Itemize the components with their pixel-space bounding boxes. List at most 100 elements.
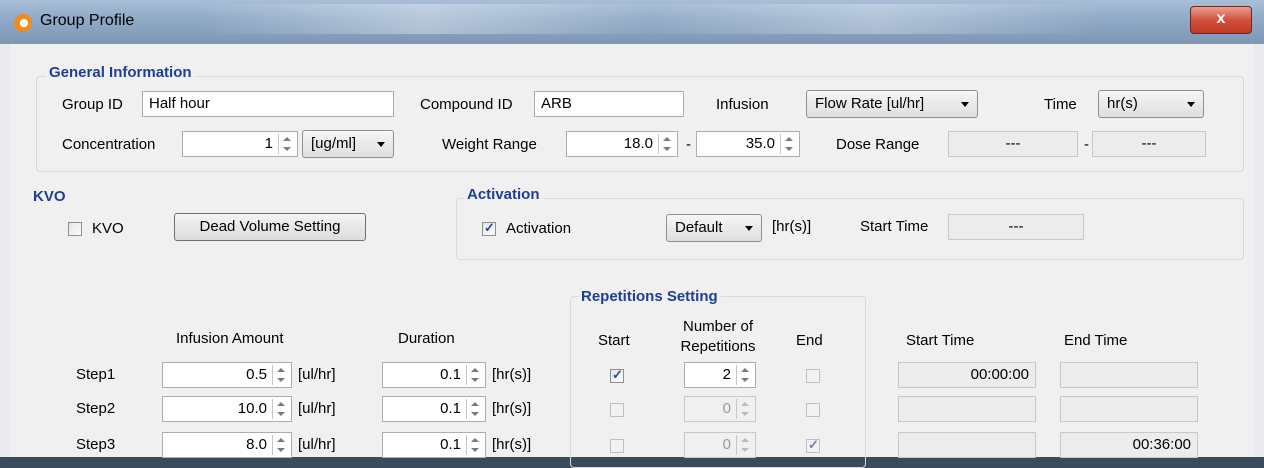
spin-arrows-icon[interactable] [272, 435, 289, 455]
step1-end-time-field [1060, 362, 1198, 388]
step2-duration-unit: [hr(s)] [492, 400, 532, 417]
weight-range-dash: - [686, 136, 691, 153]
step1-repetitions-stepper[interactable]: 2 [684, 362, 756, 388]
step2-end-time-field [1060, 396, 1198, 422]
step3-end-time-field: 00:36:00 [1060, 432, 1198, 458]
weight-min-stepper[interactable]: 18.0 [566, 131, 678, 157]
infusion-select[interactable]: Flow Rate [ul/hr] [806, 90, 978, 118]
activation-mode-value: Default [675, 219, 723, 236]
weight-max-value: 35.0 [745, 135, 775, 152]
close-button[interactable]: x [1190, 6, 1252, 34]
step1-label: Step1 [76, 366, 116, 383]
spin-arrows-icon[interactable] [272, 365, 289, 385]
chevron-down-icon [961, 102, 969, 107]
step2-label: Step2 [76, 400, 116, 417]
dead-volume-setting-button[interactable]: Dead Volume Setting [174, 213, 366, 241]
app-icon [14, 14, 32, 32]
activation-mode-select[interactable]: Default [666, 214, 762, 242]
step1-end-checkbox[interactable] [806, 369, 820, 383]
spin-arrows-icon[interactable] [278, 134, 295, 154]
step3-duration-value: 0.1 [440, 436, 461, 453]
step3-end-checkbox[interactable] [806, 437, 820, 453]
step3-end-time-value: 00:36:00 [1132, 436, 1191, 453]
step2-repetitions-value: 0 [722, 400, 731, 417]
spin-arrows-icon[interactable] [736, 365, 753, 385]
step2-start-time-field [898, 396, 1036, 422]
time-unit-select[interactable]: hr(s) [1098, 90, 1204, 118]
concentration-unit-select[interactable]: [ug/ml] [302, 130, 394, 158]
activation-checkbox-label: Activation [506, 220, 572, 237]
concentration-stepper[interactable]: 1 [182, 131, 298, 157]
end-header: End [796, 332, 823, 349]
spin-arrows-icon[interactable] [272, 399, 289, 419]
duration-header: Duration [398, 330, 455, 347]
chevron-down-icon [1187, 102, 1195, 107]
group-profile-window: Group Profile x General Information Grou… [0, 0, 1264, 468]
activation-group [456, 198, 1244, 260]
general-information-legend: General Information [46, 64, 195, 81]
group-id-input[interactable]: Half hour [142, 91, 394, 117]
start-time-header: Start Time [906, 332, 975, 349]
step3-amount-unit: [ul/hr] [298, 436, 336, 453]
step3-duration-stepper[interactable]: 0.1 [382, 432, 486, 458]
dose-range-dash: - [1084, 136, 1089, 153]
group-id-label: Group ID [62, 96, 123, 113]
chevron-down-icon [377, 142, 385, 147]
time-unit-select-value: hr(s) [1107, 95, 1138, 112]
spin-arrows-icon[interactable] [736, 399, 753, 419]
spin-arrows-icon[interactable] [658, 134, 675, 154]
end-time-header: End Time [1064, 332, 1128, 349]
step1-start-time-value: 00:00:00 [970, 366, 1029, 383]
close-icon: x [1216, 10, 1226, 27]
step3-repetitions-stepper[interactable]: 0 [684, 432, 756, 458]
step3-amount-value: 8.0 [246, 436, 267, 453]
kvo-checkbox[interactable] [68, 222, 82, 236]
step3-duration-unit: [hr(s)] [492, 436, 532, 453]
concentration-label: Concentration [62, 136, 156, 153]
number-of-repetitions-header-line1: Number of [682, 318, 754, 335]
activation-unit-label: [hr(s)] [772, 218, 812, 235]
step1-amount-stepper[interactable]: 0.5 [162, 362, 292, 388]
step3-amount-stepper[interactable]: 8.0 [162, 432, 292, 458]
compound-id-input[interactable]: ARB [534, 91, 684, 117]
dose-max-field: --- [1092, 131, 1206, 157]
chevron-down-icon [745, 226, 753, 231]
infusion-label: Infusion [716, 96, 769, 113]
step3-start-checkbox[interactable] [610, 439, 624, 453]
spin-arrows-icon[interactable] [736, 435, 753, 455]
infusion-amount-header: Infusion Amount [176, 330, 284, 347]
weight-max-stepper[interactable]: 35.0 [696, 131, 800, 157]
step1-duration-stepper[interactable]: 0.1 [382, 362, 486, 388]
step2-repetitions-stepper[interactable]: 0 [684, 396, 756, 422]
step3-start-time-field [898, 432, 1036, 458]
spin-arrows-icon[interactable] [466, 365, 483, 385]
spin-arrows-icon[interactable] [780, 134, 797, 154]
repetitions-setting-legend: Repetitions Setting [578, 288, 721, 305]
activation-checkbox[interactable] [482, 220, 496, 236]
step2-amount-stepper[interactable]: 10.0 [162, 396, 292, 422]
step1-duration-unit: [hr(s)] [492, 366, 532, 383]
step2-end-checkbox[interactable] [806, 403, 820, 417]
concentration-value: 1 [264, 135, 273, 152]
compound-id-label: Compound ID [420, 96, 513, 113]
dose-min-field: --- [948, 131, 1078, 157]
activation-legend: Activation [464, 186, 543, 203]
kvo-legend: KVO [30, 188, 69, 205]
start-header: Start [598, 332, 630, 349]
concentration-unit-value: [ug/ml] [311, 135, 357, 152]
step1-start-checkbox[interactable] [610, 367, 624, 383]
step1-amount-value: 0.5 [246, 366, 267, 383]
spin-arrows-icon[interactable] [466, 399, 483, 419]
step3-label: Step3 [76, 436, 116, 453]
infusion-select-value: Flow Rate [ul/hr] [815, 95, 925, 112]
step1-amount-unit: [ul/hr] [298, 366, 336, 383]
spin-arrows-icon[interactable] [466, 435, 483, 455]
step1-start-time-field: 00:00:00 [898, 362, 1036, 388]
step2-amount-unit: [ul/hr] [298, 400, 336, 417]
step3-repetitions-value: 0 [722, 436, 731, 453]
step2-start-checkbox[interactable] [610, 403, 624, 417]
title-bar[interactable]: Group Profile x [0, 0, 1264, 44]
step2-duration-stepper[interactable]: 0.1 [382, 396, 486, 422]
time-label: Time [1044, 96, 1077, 113]
dialog-client-area: General Information Group ID Half hour C… [10, 44, 1254, 468]
